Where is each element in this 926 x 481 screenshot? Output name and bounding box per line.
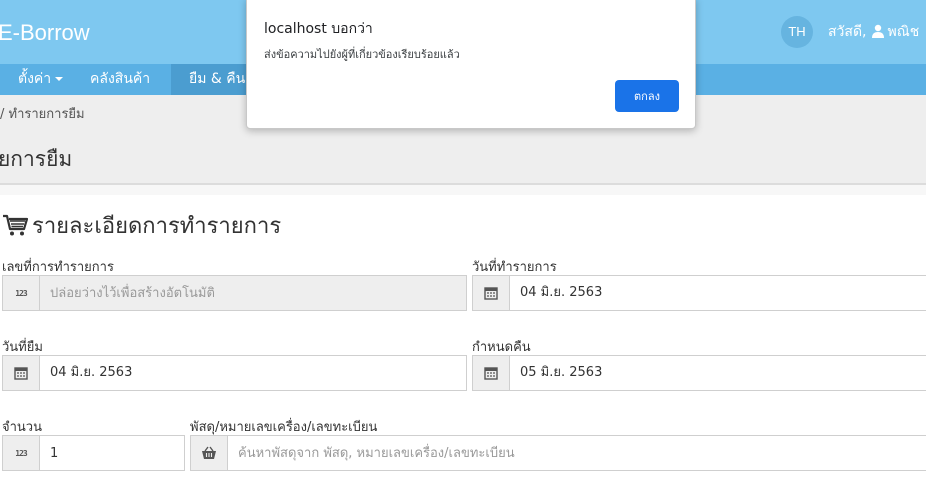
language-badge[interactable]: TH bbox=[781, 16, 813, 48]
nav-borrow-return[interactable]: ยืม & คืน bbox=[171, 64, 251, 95]
user-name: พณิช bbox=[887, 24, 920, 40]
section-title-text: รายละเอียดการทำรายการ bbox=[32, 214, 282, 239]
number-addon-icon: 123 bbox=[3, 436, 40, 470]
nav-settings[interactable]: ตั้งค่า bbox=[18, 64, 64, 95]
basket-icon bbox=[191, 436, 228, 470]
transaction-no-input[interactable] bbox=[40, 276, 466, 310]
calendar-icon bbox=[473, 276, 510, 310]
alert-dialog: localhost บอกว่า ส่งข้อความไปยังผู้ที่เก… bbox=[246, 0, 696, 129]
brand-logo[interactable]: E-Borrow bbox=[0, 20, 90, 46]
quantity-field: 123 bbox=[2, 435, 222, 471]
due-date-field[interactable]: 05 มิ.ย. 2563 bbox=[472, 355, 926, 391]
borrow-date-label: วันที่ยืม bbox=[2, 340, 43, 355]
borrow-date-field[interactable]: 04 มิ.ย. 2563 bbox=[2, 355, 467, 391]
divider bbox=[0, 185, 926, 195]
ok-button[interactable]: ตกลง bbox=[615, 80, 679, 112]
transaction-date-field[interactable]: 04 มิ.ย. 2563 bbox=[472, 275, 926, 311]
borrow-date-value: 04 มิ.ย. 2563 bbox=[50, 365, 133, 380]
nav-inventory-label: คลังสินค้า bbox=[90, 71, 151, 87]
user-greeting[interactable]: สวัสดี, พณิช bbox=[828, 21, 919, 43]
calendar-icon bbox=[473, 356, 510, 390]
transaction-date-label: วันที่ทำรายการ bbox=[472, 260, 557, 275]
greeting-text: สวัสดี, bbox=[828, 24, 867, 40]
shopping-cart-icon bbox=[2, 213, 29, 243]
caret-down-icon bbox=[55, 77, 64, 81]
quantity-label: จำนวน bbox=[2, 420, 42, 435]
transaction-no-field: 123 bbox=[2, 275, 467, 311]
due-date-value: 05 มิ.ย. 2563 bbox=[520, 365, 603, 380]
transaction-date-value: 04 มิ.ย. 2563 bbox=[520, 285, 603, 300]
transaction-no-label: เลขที่การทำรายการ bbox=[2, 260, 114, 275]
nav-inventory[interactable]: คลังสินค้า bbox=[90, 64, 150, 95]
dialog-message: ส่งข้อความไปยังผู้ที่เกี่ยวข้องเรียบร้อย… bbox=[264, 48, 460, 61]
section-title: รายละเอียดการทำรายการ bbox=[2, 208, 281, 243]
dialog-title: localhost บอกว่า bbox=[264, 21, 373, 37]
user-icon bbox=[871, 24, 885, 42]
item-search-field bbox=[190, 435, 926, 471]
calendar-icon bbox=[3, 356, 40, 390]
due-date-label: กำหนดคืน bbox=[472, 340, 531, 355]
nav-borrow-return-label: ยืม & คืน bbox=[189, 71, 246, 87]
breadcrumb[interactable]: / ทำรายการยืม bbox=[0, 103, 85, 124]
nav-settings-label: ตั้งค่า bbox=[18, 71, 52, 87]
item-search-input[interactable] bbox=[228, 436, 926, 470]
number-addon-icon: 123 bbox=[3, 276, 40, 310]
page-title: ยการยืม bbox=[0, 147, 73, 171]
item-label: พัสดุ/หมายเลขเครื่อง/เลขทะเบียน bbox=[190, 420, 378, 435]
